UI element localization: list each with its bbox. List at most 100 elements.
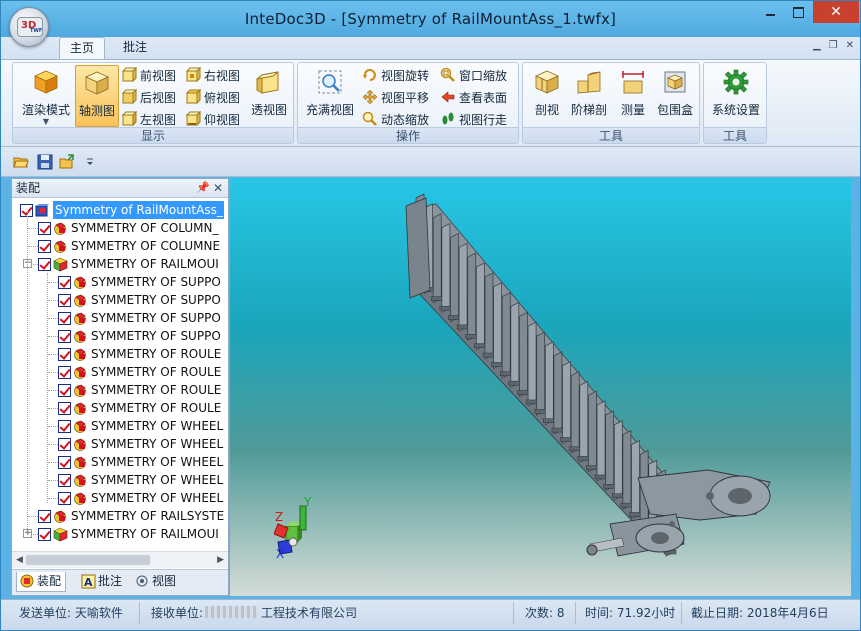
tree-item[interactable]: SYMMETRY OF COLUMN_ (12, 219, 224, 237)
scroll-right-icon[interactable]: ▶ (217, 555, 224, 565)
pin-icon[interactable]: 📌 (196, 179, 210, 197)
tab-annotation[interactable]: 批注 (113, 37, 157, 59)
tab-home[interactable]: 主页 (59, 37, 106, 59)
tree-item[interactable]: SYMMETRY OF WHEEL (12, 417, 224, 435)
tree-item[interactable]: SYMMETRY OF RAILSYSTE (12, 507, 224, 525)
system-settings-button[interactable]: 系统设置 (706, 65, 766, 127)
panel-tab-view[interactable]: 视图 (132, 572, 180, 592)
visibility-checkbox[interactable] (38, 258, 51, 271)
tree-item[interactable]: SYMMETRY OF ROULE (12, 381, 224, 399)
section-view-button[interactable]: 剖视 (529, 65, 565, 127)
left-view-button[interactable]: 左视图 (121, 109, 176, 129)
visibility-checkbox[interactable] (58, 276, 71, 289)
tree-item[interactable]: − SYMMETRY OF RAILMOUI (12, 255, 224, 273)
rail-rung-foot (491, 362, 504, 367)
visibility-checkbox[interactable] (38, 510, 51, 523)
assembly-panel: 装配 📌 ✕ Symmetry of RailMountAss_1. SYMMET… (11, 178, 229, 596)
fit-view-button[interactable]: 充满视图 (301, 65, 359, 127)
visibility-checkbox[interactable] (58, 366, 71, 379)
tree-item[interactable]: SYMMETRY OF ROULE (12, 345, 224, 363)
maximize-button[interactable] (785, 1, 812, 23)
rail-rung (501, 292, 511, 379)
visibility-checkbox[interactable] (58, 456, 71, 469)
part-icon (54, 240, 66, 253)
visibility-checkbox[interactable] (38, 240, 51, 253)
svg-text:A: A (84, 576, 93, 589)
tree-item[interactable]: SYMMETRY OF WHEEL (12, 471, 224, 489)
tree-item[interactable]: SYMMETRY OF SUPPO (12, 327, 224, 345)
panel-tab-annotation[interactable]: A 批注 (78, 572, 126, 592)
close-button[interactable]: ✕ (813, 1, 859, 23)
back-view-button[interactable]: 后视图 (121, 87, 176, 107)
tree-item[interactable]: Symmetry of RailMountAss_1. (12, 201, 224, 219)
horizontal-scrollbar[interactable]: ◀ ▶ (12, 551, 228, 568)
window-zoom-button[interactable]: 窗口缩放 (440, 65, 507, 85)
mdi-minimize-icon[interactable]: ▁ (813, 40, 821, 51)
tree-item[interactable]: SYMMETRY OF WHEEL (12, 489, 224, 507)
export-folder-icon[interactable] (59, 154, 75, 170)
step-section-button[interactable]: 阶梯剖 (569, 65, 609, 127)
rotate-view-button[interactable]: 视图旋转 (362, 65, 429, 85)
rail-rung (441, 223, 451, 313)
rail-rung-foot (456, 324, 470, 330)
view-surface-button[interactable]: 查看表面 (440, 87, 507, 107)
assembly-tree: Symmetry of RailMountAss_1. SYMMETRY OF C… (12, 199, 224, 549)
save-icon[interactable] (37, 154, 53, 170)
left-view-icon (121, 110, 138, 127)
tree-item[interactable]: SYMMETRY OF SUPPO (12, 273, 224, 291)
render-mode-button[interactable]: 渲染模式 ▼ (16, 65, 76, 127)
scroll-left-icon[interactable]: ◀ (16, 555, 23, 565)
tree-item[interactable]: SYMMETRY OF WHEEL (12, 453, 224, 471)
bottom-view-button[interactable]: 仰视图 (185, 109, 240, 129)
visibility-checkbox[interactable] (58, 492, 71, 505)
part-icon (74, 330, 86, 343)
right-view-button[interactable]: 右视图 (185, 65, 240, 85)
visibility-checkbox[interactable] (58, 330, 71, 343)
part-icon (74, 312, 86, 325)
tree-item[interactable]: SYMMETRY OF ROULE (12, 363, 224, 381)
axis-view-button[interactable]: 轴测图 (75, 65, 119, 127)
rail-rung-foot (551, 427, 565, 433)
app-logo-button[interactable]: 3D TWF (9, 7, 49, 47)
tree-item[interactable]: SYMMETRY OF COLUMNE (12, 237, 224, 255)
mdi-restore-icon[interactable]: ❐ (829, 40, 838, 51)
visibility-checkbox[interactable] (58, 294, 71, 307)
tree-item[interactable]: SYMMETRY OF WHEEL (12, 435, 224, 453)
tree-item[interactable]: + SYMMETRY OF RAILMOUI (12, 525, 224, 543)
panel-close-icon[interactable]: ✕ (213, 179, 223, 197)
tree-item-label: SYMMETRY OF COLUMN_ (71, 221, 219, 235)
customize-toolbar-icon[interactable] (85, 154, 95, 170)
open-folder-icon[interactable] (13, 154, 29, 170)
visibility-checkbox[interactable] (58, 474, 71, 487)
redacted-block (205, 606, 260, 618)
visibility-checkbox[interactable] (58, 312, 71, 325)
3d-viewport[interactable]: Y Z X (230, 178, 851, 596)
step-section-icon (572, 67, 606, 97)
visibility-checkbox[interactable] (58, 348, 71, 361)
pan-view-button[interactable]: 视图平移 (362, 87, 429, 107)
visibility-checkbox[interactable] (58, 384, 71, 397)
visibility-checkbox[interactable] (58, 420, 71, 433)
panel-tab-assembly[interactable]: 装配 (16, 572, 67, 592)
tree-item[interactable]: SYMMETRY OF ROULE (12, 399, 224, 417)
tree-item[interactable]: SYMMETRY OF SUPPO (12, 291, 224, 309)
scroll-thumb[interactable] (26, 555, 150, 565)
group-label-display: 显示 (13, 127, 293, 143)
visibility-checkbox[interactable] (38, 222, 51, 235)
walk-view-button[interactable]: 视图行走 (440, 109, 507, 129)
render-mode-icon (29, 67, 63, 97)
measure-button[interactable]: 测量 (615, 65, 651, 127)
rail-rung-foot (586, 465, 599, 470)
minimize-button[interactable] (757, 1, 784, 23)
visibility-checkbox[interactable] (38, 528, 51, 541)
top-view-button[interactable]: 俯视图 (185, 87, 240, 107)
dynamic-zoom-button[interactable]: 动态缩放 (362, 109, 429, 129)
visibility-checkbox[interactable] (58, 402, 71, 415)
tree-item[interactable]: SYMMETRY OF SUPPO (12, 309, 224, 327)
panel-tabs: 装配 A 批注 视图 (12, 569, 228, 595)
visibility-checkbox[interactable] (58, 438, 71, 451)
front-view-button[interactable]: 前视图 (121, 65, 176, 85)
perspective-view-button[interactable]: 透视图 (247, 65, 291, 127)
bounding-box-button[interactable]: 包围盒 (653, 65, 697, 127)
mdi-close-icon[interactable]: ✕ (846, 40, 854, 51)
